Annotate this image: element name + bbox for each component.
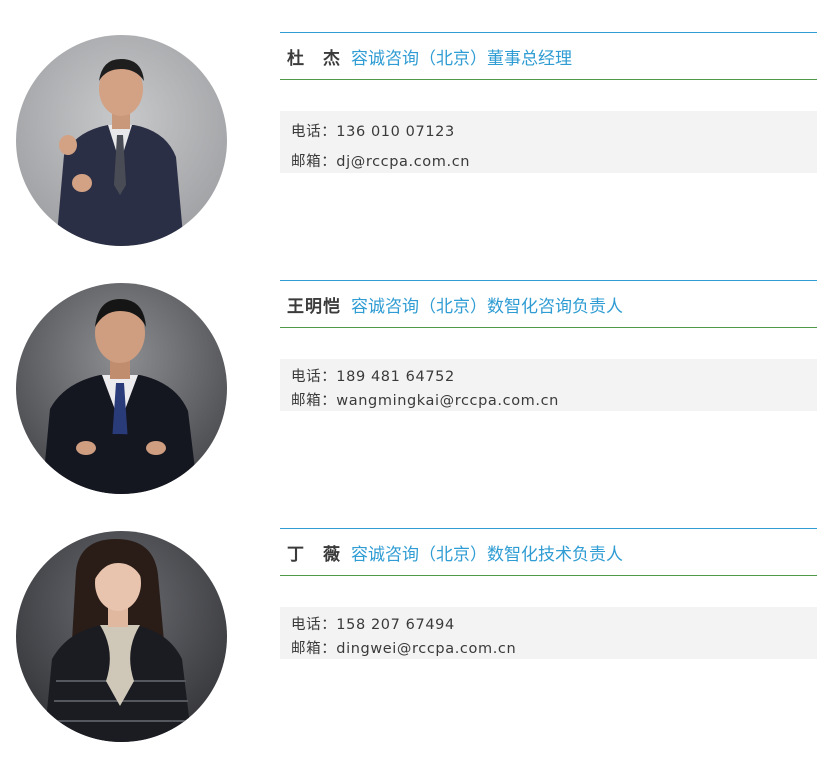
person-card: 杜 杰 容诚咨询（北京）董事总经理 电话：136 010 07123 邮箱：dj… xyxy=(0,32,832,265)
name-row: 王明恺 容诚咨询（北京）数智化咨询负责人 xyxy=(280,281,817,327)
person-name: 杜 杰 xyxy=(287,48,341,69)
person-title: 容诚咨询（北京）数智化技术负责人 xyxy=(351,544,623,565)
portrait-image xyxy=(16,35,227,246)
person-name: 王明恺 xyxy=(287,296,341,317)
name-row: 杜 杰 容诚咨询（北京）董事总经理 xyxy=(280,33,817,79)
person-card: 王明恺 容诚咨询（北京）数智化咨询负责人 电话：189 481 64752 邮箱… xyxy=(0,280,832,513)
phone-text: 电话：158 207 67494 xyxy=(291,617,455,633)
phone-text: 电话：189 481 64752 xyxy=(291,369,455,385)
bottom-divider xyxy=(280,79,817,80)
portrait-image xyxy=(16,531,227,742)
name-row: 丁 薇 容诚咨询（北京）数智化技术负责人 xyxy=(280,529,817,575)
bottom-divider xyxy=(280,327,817,328)
portrait-image xyxy=(16,283,227,494)
contact-box: 电话：136 010 07123 邮箱：dj@rccpa.com.cn xyxy=(280,111,817,173)
person-name: 丁 薇 xyxy=(287,544,341,565)
bottom-divider xyxy=(280,575,817,576)
person-title: 容诚咨询（北京）董事总经理 xyxy=(351,48,572,69)
avatar xyxy=(16,531,227,742)
contact-box: 电话：189 481 64752 邮箱：wangmingkai@rccpa.co… xyxy=(280,359,817,411)
person-card: 丁 薇 容诚咨询（北京）数智化技术负责人 电话：158 207 67494 邮箱… xyxy=(0,528,832,761)
email-text[interactable]: 邮箱：dingwei@rccpa.com.cn xyxy=(291,637,516,658)
email-text[interactable]: 邮箱：dj@rccpa.com.cn xyxy=(291,150,470,171)
contact-box: 电话：158 207 67494 邮箱：dingwei@rccpa.com.cn xyxy=(280,607,817,659)
person-title: 容诚咨询（北京）数智化咨询负责人 xyxy=(351,296,623,317)
email-text[interactable]: 邮箱：wangmingkai@rccpa.com.cn xyxy=(291,389,559,410)
avatar xyxy=(16,283,227,494)
avatar xyxy=(16,35,227,246)
phone-text: 电话：136 010 07123 xyxy=(291,124,455,140)
